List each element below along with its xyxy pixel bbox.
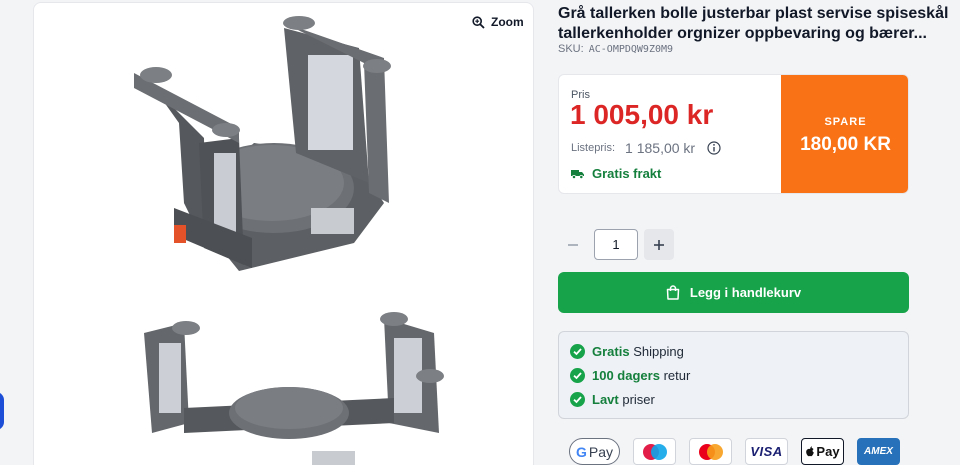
maestro-icon [642, 443, 667, 460]
google-pay-label: Pay [588, 443, 613, 460]
zoom-button[interactable]: Zoom [472, 15, 524, 29]
perk-item: Gratis Shipping [570, 344, 684, 359]
savings-badge: SPARE 180,00 KR [781, 75, 908, 193]
free-freight: Gratis frakt [571, 166, 661, 181]
perk-item: 100 dagers retur [570, 368, 690, 383]
payment-methods: G Pay VISA Pay AMEX [569, 438, 900, 465]
plus-icon [654, 239, 664, 250]
chat-bubble-edge[interactable] [0, 392, 4, 430]
perk-bold: 100 dagers [592, 368, 660, 383]
perk-item: Lavt priser [570, 392, 655, 407]
perk-bold: Gratis [592, 344, 630, 359]
sku: SKU: AC-OMPDQW9Z0M9 [558, 43, 673, 55]
list-price-value: 1 185,00 kr [625, 140, 696, 156]
zoom-in-icon [472, 15, 485, 29]
zoom-label: Zoom [491, 15, 524, 29]
mastercard-icon [698, 443, 723, 460]
apple-pay-logo: Pay [801, 438, 844, 465]
apple-icon [806, 445, 815, 456]
perks-box: Gratis Shipping 100 dagers retur Lavt pr… [558, 331, 909, 419]
decrease-quantity-button[interactable] [558, 229, 588, 260]
maestro-logo [633, 438, 676, 465]
truck-icon [571, 169, 584, 179]
product-title: Grå tallerken bolle justerbar plast serv… [558, 5, 949, 42]
perk-bold: Lavt [592, 392, 619, 407]
quantity-input[interactable]: 1 [594, 229, 638, 260]
product-gallery: Zoom [33, 2, 534, 465]
current-price: 1 005,00 kr [570, 99, 714, 130]
minus-icon [568, 243, 578, 246]
quantity-stepper: 1 [558, 229, 674, 260]
sku-value: AC-OMPDQW9Z0M9 [588, 44, 674, 55]
visa-logo: VISA [745, 438, 788, 465]
list-price-label: Listepris: [571, 142, 616, 154]
perk-text: Shipping [633, 344, 684, 359]
apple-pay-label: Pay [816, 444, 840, 459]
check-circle-icon [570, 392, 585, 407]
list-price-row: Listepris: 1 185,00 kr [571, 140, 721, 156]
add-to-cart-button[interactable]: Legg i handlekurv [558, 272, 909, 313]
check-circle-icon [570, 368, 585, 383]
add-to-cart-label: Legg i handlekurv [689, 285, 802, 300]
free-freight-label: Gratis frakt [592, 166, 662, 181]
info-icon[interactable] [707, 141, 721, 155]
product-image-top[interactable] [34, 3, 534, 465]
perk-text: priser [622, 392, 655, 407]
google-pay-logo: G Pay [569, 438, 620, 465]
price-card: Pris 1 005,00 kr Listepris: 1 185,00 kr … [558, 74, 909, 194]
savings-label: SPARE [824, 116, 867, 128]
shopping-bag-icon [666, 285, 680, 300]
check-circle-icon [570, 344, 585, 359]
sku-label: SKU: [558, 43, 584, 55]
savings-value: 180,00 KR [800, 134, 891, 155]
amex-logo: AMEX [857, 438, 900, 465]
increase-quantity-button[interactable] [644, 229, 674, 260]
perk-text: retur [663, 368, 691, 383]
mastercard-logo [689, 438, 732, 465]
